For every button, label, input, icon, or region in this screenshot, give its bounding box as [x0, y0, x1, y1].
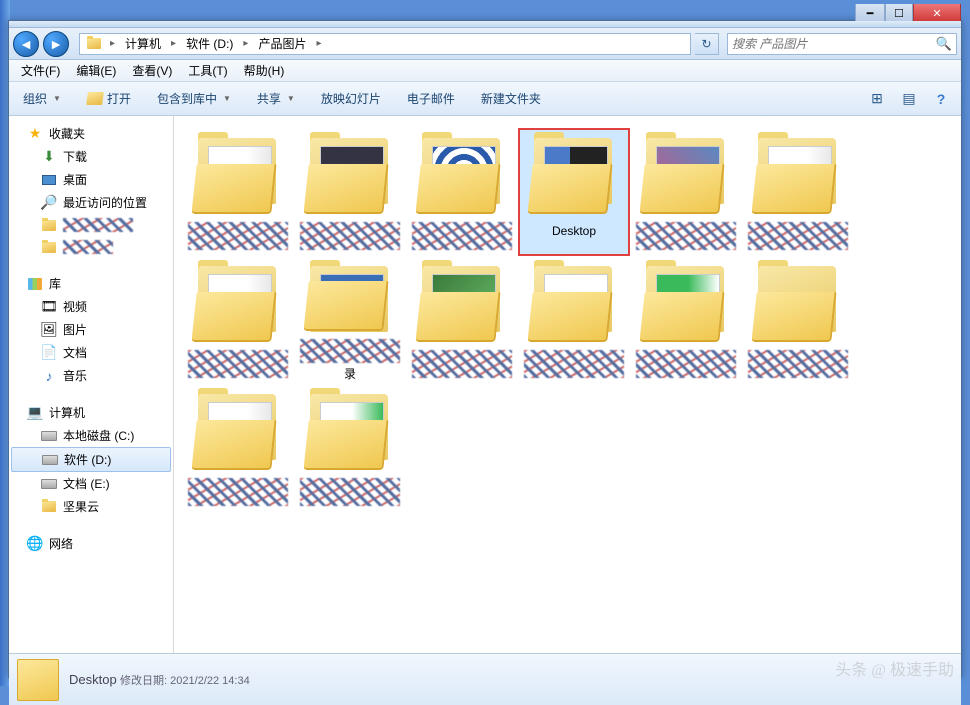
sidebar: ★收藏夹 ⬇下载 桌面 🔎最近访问的位置 库 🎞视频 🖼图片 📄文档 ♪音乐 💻… — [9, 116, 174, 653]
sidebar-item-desktop[interactable]: 桌面 — [9, 168, 173, 191]
sidebar-libraries-header[interactable]: 库 — [9, 272, 173, 295]
chevron-down-icon: ▼ — [53, 94, 61, 103]
share-button[interactable]: 共享▼ — [251, 87, 301, 110]
drive-icon — [42, 452, 58, 468]
sidebar-favorites-header[interactable]: ★收藏夹 — [9, 122, 173, 145]
chevron-down-icon: ▼ — [287, 94, 295, 103]
view-options-icon[interactable]: ⊞ — [865, 87, 889, 111]
toolbar: 组织▼ 打开 包含到库中▼ 共享▼ 放映幻灯片 电子邮件 新建文件夹 ⊞ ▤ ? — [9, 82, 961, 116]
folder-icon — [84, 35, 104, 53]
folder-item[interactable] — [742, 128, 854, 256]
sidebar-item-documents[interactable]: 📄文档 — [9, 341, 173, 364]
video-icon: 🎞 — [41, 299, 57, 315]
sidebar-item-recent[interactable]: 🔎最近访问的位置 — [9, 191, 173, 214]
statusbar: Desktop 修改日期: 2021/2/22 14:34 — [9, 653, 961, 705]
sidebar-item-music[interactable]: ♪音乐 — [9, 364, 173, 387]
menu-help[interactable]: 帮助(H) — [236, 60, 293, 81]
sidebar-item-obscured[interactable] — [9, 214, 173, 236]
folder-label: Desktop — [552, 224, 596, 238]
search-input[interactable] — [732, 37, 936, 51]
menu-tools[interactable]: 工具(T) — [180, 60, 235, 81]
sidebar-item-drive-c[interactable]: 本地磁盘 (C:) — [9, 424, 173, 447]
open-folder-icon — [86, 92, 104, 105]
sidebar-item-jianguoyun[interactable]: 坚果云 — [9, 495, 173, 518]
folder-item-desktop[interactable]: Desktop — [518, 128, 630, 256]
sidebar-network-header[interactable]: 🌐网络 — [9, 532, 173, 555]
chevron-down-icon: ▼ — [223, 94, 231, 103]
folder-item[interactable] — [294, 384, 406, 512]
folder-item[interactable] — [182, 384, 294, 512]
folder-label: 录 — [344, 365, 356, 380]
folder-item[interactable] — [406, 256, 518, 384]
music-icon: ♪ — [41, 368, 57, 384]
preview-pane-icon[interactable]: ▤ — [897, 87, 921, 111]
chevron-right-icon[interactable]: ▸ — [106, 38, 119, 49]
folder-icon — [41, 499, 57, 515]
sidebar-item-drive-e[interactable]: 文档 (E:) — [9, 472, 173, 495]
chevron-right-icon[interactable]: ▸ — [167, 38, 180, 49]
folder-icon — [41, 239, 57, 255]
document-icon: 📄 — [41, 345, 57, 361]
sidebar-item-pictures[interactable]: 🖼图片 — [9, 318, 173, 341]
new-folder-button[interactable]: 新建文件夹 — [475, 87, 547, 110]
chevron-right-icon[interactable]: ▸ — [312, 38, 325, 49]
folder-item[interactable] — [406, 128, 518, 256]
breadcrumb-segment[interactable]: 计算机 — [119, 34, 167, 54]
drive-icon — [41, 428, 57, 444]
email-button[interactable]: 电子邮件 — [401, 87, 461, 110]
open-button[interactable]: 打开 — [81, 87, 137, 110]
folder-icon — [41, 217, 57, 233]
library-icon — [27, 276, 43, 292]
sidebar-item-downloads[interactable]: ⬇下载 — [9, 145, 173, 168]
computer-icon: 💻 — [27, 405, 43, 421]
breadcrumb-segment[interactable]: 软件 (D:) — [180, 34, 239, 54]
menu-view[interactable]: 查看(V) — [124, 60, 180, 81]
watermark: 头条 @ 极速手助 — [835, 656, 954, 680]
explorer-window: ━ ☐ ✕ ◄ ► ▸ 计算机 ▸ 软件 (D:) ▸ 产品图片 ▸ ↻ 🔍 文… — [8, 20, 962, 678]
folder-item[interactable] — [182, 128, 294, 256]
breadcrumb[interactable]: ▸ 计算机 ▸ 软件 (D:) ▸ 产品图片 ▸ — [79, 33, 691, 55]
help-icon[interactable]: ? — [929, 87, 953, 111]
folder-item[interactable] — [742, 256, 854, 384]
picture-icon: 🖼 — [41, 322, 57, 338]
folder-item[interactable] — [518, 256, 630, 384]
download-icon: ⬇ — [41, 149, 57, 165]
drive-icon — [41, 476, 57, 492]
menu-file[interactable]: 文件(F) — [13, 60, 68, 81]
content-area[interactable]: Desktop 录 — [174, 116, 961, 653]
sidebar-item-videos[interactable]: 🎞视频 — [9, 295, 173, 318]
slideshow-button[interactable]: 放映幻灯片 — [315, 87, 387, 110]
breadcrumb-segment[interactable]: 产品图片 — [252, 34, 312, 54]
search-box[interactable]: 🔍 — [727, 33, 957, 55]
forward-button[interactable]: ► — [43, 31, 69, 57]
monitor-icon — [41, 172, 57, 188]
recent-icon: 🔎 — [41, 195, 57, 211]
folder-item[interactable] — [630, 256, 742, 384]
back-button[interactable]: ◄ — [13, 31, 39, 57]
chevron-right-icon[interactable]: ▸ — [239, 38, 252, 49]
titlebar[interactable] — [9, 21, 961, 28]
folder-item[interactable]: 录 — [294, 256, 406, 384]
menu-edit[interactable]: 编辑(E) — [68, 60, 124, 81]
organize-button[interactable]: 组织▼ — [17, 87, 67, 110]
sidebar-item-drive-d[interactable]: 软件 (D:) — [11, 447, 171, 472]
folder-item[interactable] — [294, 128, 406, 256]
refresh-button[interactable]: ↻ — [695, 33, 719, 55]
sidebar-computer-header[interactable]: 💻计算机 — [9, 401, 173, 424]
navbar: ◄ ► ▸ 计算机 ▸ 软件 (D:) ▸ 产品图片 ▸ ↻ 🔍 — [9, 28, 961, 60]
folder-item[interactable] — [630, 128, 742, 256]
network-icon: 🌐 — [27, 536, 43, 552]
search-icon[interactable]: 🔍 — [936, 36, 952, 52]
sidebar-item-obscured[interactable] — [9, 236, 173, 258]
menubar: 文件(F) 编辑(E) 查看(V) 工具(T) 帮助(H) — [9, 60, 961, 82]
include-in-library-button[interactable]: 包含到库中▼ — [151, 87, 237, 110]
folder-item[interactable] — [182, 256, 294, 384]
star-icon: ★ — [27, 126, 43, 142]
status-thumbnail — [17, 659, 59, 701]
status-name: Desktop — [69, 672, 117, 687]
